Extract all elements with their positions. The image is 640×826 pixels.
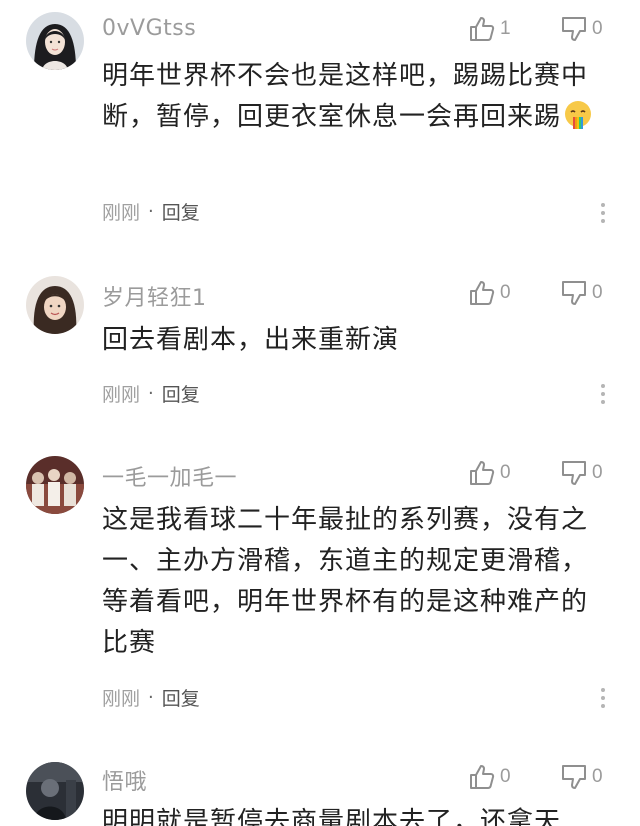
thumbs-down-icon — [562, 461, 586, 485]
thumbs-up-icon — [470, 765, 495, 789]
like-count: 1 — [500, 18, 511, 39]
username[interactable]: 一毛一加毛一 — [102, 460, 237, 492]
reply-button[interactable]: 回复 — [162, 380, 200, 407]
like-button[interactable]: 0 — [468, 760, 511, 794]
comment-text-body: 明年世界杯不会也是这样吧，踢踢比赛中断，暂停，回更衣室休息一会再回来踢 — [102, 61, 589, 132]
comment-actions: 0 0 — [460, 456, 640, 490]
comment-text: 这是我看球二十年最扯的系列赛，没有之一、主办方滑稽，东道主的规定更滑稽，等着看吧… — [102, 500, 602, 664]
dislike-count: 0 — [592, 462, 603, 483]
thumbs-down-icon — [562, 17, 586, 41]
comment-item: 悟哦 0 0 明明就是暂停去商量剧本去了，还拿天 — [0, 756, 640, 826]
thumbs-up-icon — [470, 281, 495, 305]
like-button[interactable]: 1 — [468, 12, 511, 46]
username[interactable]: 悟哦 — [102, 764, 147, 796]
timestamp: 刚刚 — [102, 688, 141, 710]
like-count: 0 — [500, 282, 511, 303]
nauseated-face-icon — [565, 101, 592, 129]
separator: · — [148, 383, 154, 404]
more-options-button[interactable] — [596, 686, 610, 716]
comment-text: 明明就是暂停去商量剧本去了，还拿天 — [102, 802, 602, 826]
dislike-button[interactable]: 0 — [560, 456, 603, 490]
dislike-count: 0 — [592, 282, 603, 303]
thumbs-down-icon — [562, 765, 586, 789]
comment-meta: 刚刚 · 回复 — [102, 380, 200, 407]
dislike-count: 0 — [592, 18, 603, 39]
separator: · — [148, 687, 154, 708]
comment-text: 回去看剧本，出来重新演 — [102, 320, 602, 361]
avatar[interactable] — [26, 456, 84, 514]
like-count: 0 — [500, 766, 511, 787]
separator: · — [148, 201, 154, 222]
comment-meta: 刚刚 · 回复 — [102, 684, 200, 711]
avatar[interactable] — [26, 762, 84, 820]
username[interactable]: 0vVGtss — [102, 16, 196, 41]
username[interactable]: 岁月轻狂1 — [102, 280, 207, 312]
dislike-button[interactable]: 0 — [560, 276, 603, 310]
avatar[interactable] — [26, 12, 84, 70]
more-options-button[interactable] — [596, 201, 610, 231]
reply-button[interactable]: 回复 — [162, 684, 200, 711]
comment-actions: 1 0 — [460, 12, 640, 46]
dislike-button[interactable]: 0 — [560, 12, 603, 46]
like-button[interactable]: 0 — [468, 276, 511, 310]
thumbs-up-icon — [470, 17, 495, 41]
comment-text-body: 回去看剧本，出来重新演 — [102, 325, 400, 355]
comment-text: 明年世界杯不会也是这样吧，踢踢比赛中断，暂停，回更衣室休息一会再回来踢 — [102, 56, 602, 138]
thumbs-down-icon — [562, 281, 586, 305]
comment-item: 0vVGtss 1 0 明年世界杯不会也是这样吧，踢踢比赛中断，暂停，回更衣室休… — [0, 0, 640, 250]
dislike-count: 0 — [592, 766, 603, 787]
more-options-button[interactable] — [596, 382, 610, 412]
comment-actions: 0 0 — [460, 276, 640, 310]
comment-meta: 刚刚 · 回复 — [102, 198, 200, 225]
reply-button[interactable]: 回复 — [162, 198, 200, 225]
timestamp: 刚刚 — [102, 202, 141, 224]
comment-actions: 0 0 — [460, 760, 640, 794]
comment-text-body: 明明就是暂停去商量剧本去了，还拿天 — [102, 807, 562, 826]
like-button[interactable]: 0 — [468, 456, 511, 490]
comment-item: 一毛一加毛一 0 0 这是我看球二十年最扯的系列赛，没有之一、主办方滑稽，东道主… — [0, 452, 640, 742]
timestamp: 刚刚 — [102, 384, 141, 406]
like-count: 0 — [500, 462, 511, 483]
dislike-button[interactable]: 0 — [560, 760, 603, 794]
comment-item: 岁月轻狂1 0 0 回去看剧本，出来重新演 刚刚 · 回复 — [0, 270, 640, 410]
comment-text-body: 这是我看球二十年最扯的系列赛，没有之一、主办方滑稽，东道主的规定更滑稽，等着看吧… — [102, 505, 589, 658]
thumbs-up-icon — [470, 461, 495, 485]
avatar[interactable] — [26, 276, 84, 334]
